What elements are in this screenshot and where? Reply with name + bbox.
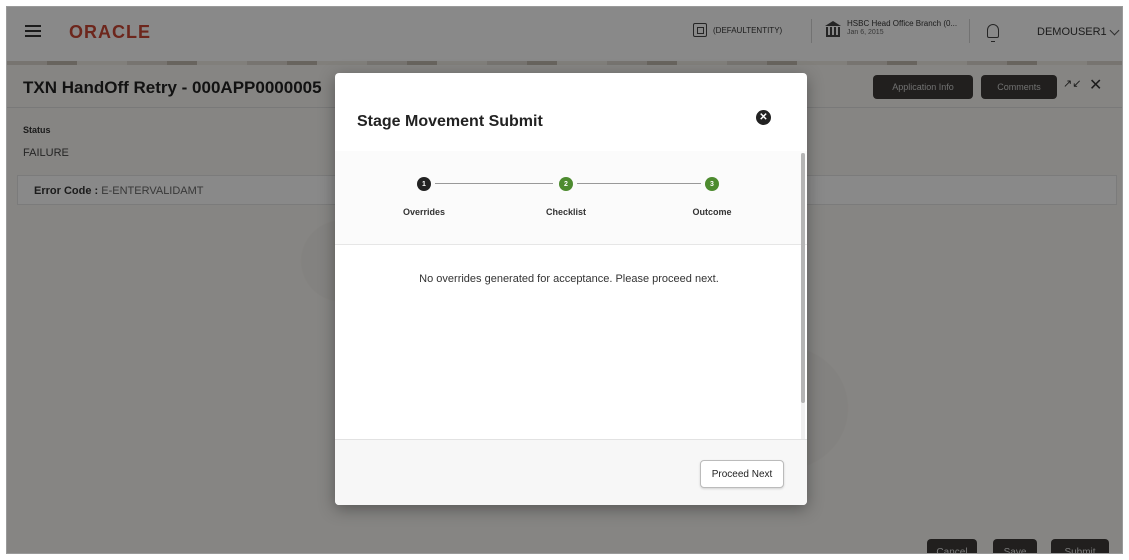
stage-movement-dialog: Stage Movement Submit ✕ 1 2 3 Overrides … (335, 73, 807, 505)
proceed-next-button[interactable]: Proceed Next (700, 460, 784, 488)
scrollbar-thumb[interactable] (801, 153, 805, 403)
modal-scrollbar[interactable] (801, 153, 805, 439)
step-1-circle[interactable]: 1 (417, 177, 431, 191)
step-3-circle[interactable]: 3 (705, 177, 719, 191)
modal-title: Stage Movement Submit (357, 113, 543, 130)
step-connector (435, 183, 553, 184)
stepper-band (335, 151, 807, 244)
step-connector (577, 183, 701, 184)
modal-footer: Proceed Next (335, 439, 807, 505)
modal-close-icon[interactable]: ✕ (756, 110, 771, 125)
modal-divider (335, 244, 807, 245)
step-1-label: Overrides (402, 207, 446, 217)
step-2-circle[interactable]: 2 (559, 177, 573, 191)
modal-message: No overrides generated for acceptance. P… (419, 273, 719, 285)
app-window: ORACLE (DEFAULTENTITY) HSBC Head Office … (6, 6, 1123, 554)
step-3-label: Outcome (692, 207, 732, 217)
step-2-label: Checklist (545, 207, 587, 217)
